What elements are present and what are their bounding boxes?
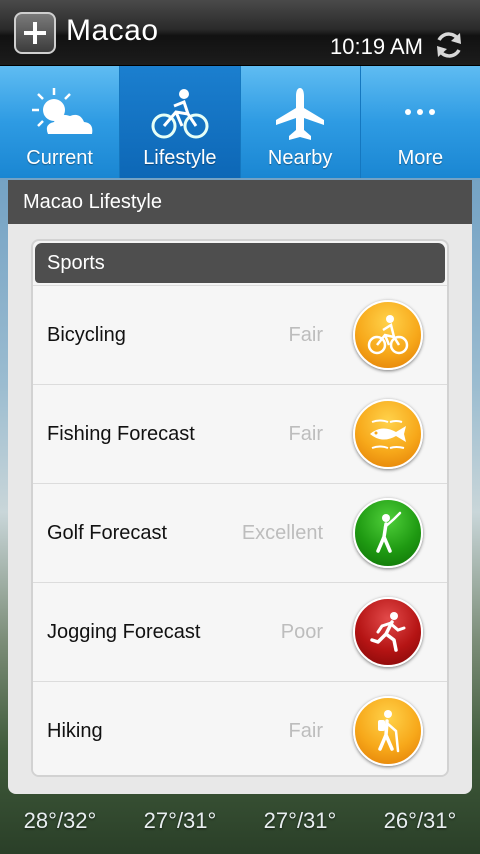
rating-badge — [353, 696, 423, 766]
item-rating: Poor — [280, 621, 323, 643]
airplane-icon — [276, 88, 325, 140]
list-item-hiking[interactable]: Hiking Fair — [33, 681, 447, 775]
golfer-icon — [376, 511, 402, 553]
list-item-golf[interactable]: Golf Forecast Excellent — [33, 483, 447, 582]
item-rating: Fair — [288, 720, 323, 742]
tab-current[interactable]: Current — [0, 66, 121, 178]
runner-icon — [370, 612, 406, 652]
forecast-temperature-strip: 28°/32° 27°/31° 27°/31° 26°/31° — [0, 808, 480, 848]
list-item-fishing[interactable]: Fishing Forecast Fair — [33, 384, 447, 483]
city-title: Macao — [66, 14, 159, 47]
cyclist-icon — [367, 315, 409, 355]
bicycle-icon — [151, 89, 209, 139]
item-name: Jogging Forecast — [47, 621, 201, 643]
tab-label: Lifestyle — [143, 147, 217, 169]
list-item-jogging[interactable]: Jogging Forecast Poor — [33, 582, 447, 681]
more-dots-icon — [405, 109, 436, 115]
item-name: Hiking — [47, 720, 103, 742]
item-name: Fishing Forecast — [47, 423, 195, 445]
lifestyle-panel: Macao Lifestyle Sports Bicycling Fair Fi… — [8, 180, 472, 794]
tab-lifestyle[interactable]: Lifestyle — [120, 66, 241, 178]
tab-label: More — [397, 147, 444, 169]
forecast-temp: 27°/31° — [143, 808, 217, 833]
sun-cloud-icon — [31, 88, 92, 134]
add-city-button[interactable] — [14, 12, 56, 54]
forecast-temp: 28°/32° — [23, 808, 97, 833]
item-name: Golf Forecast — [47, 522, 168, 544]
rating-badge — [353, 399, 423, 469]
fish-icon — [370, 419, 406, 449]
tab-nearby[interactable]: Nearby — [240, 66, 361, 178]
tab-more[interactable]: More — [360, 66, 480, 178]
panel-title: Macao Lifestyle — [8, 180, 472, 224]
rating-badge — [353, 498, 423, 568]
section-header: Sports — [35, 243, 445, 283]
tab-label: Current — [26, 147, 93, 169]
plus-icon — [24, 22, 46, 44]
item-name: Bicycling — [47, 324, 126, 346]
item-rating: Excellent — [241, 522, 323, 544]
sports-card: Sports Bicycling Fair Fishing Forecast F… — [31, 239, 449, 777]
refresh-icon[interactable] — [433, 29, 465, 61]
tab-bar: Current Lifestyle Nearby More — [0, 66, 480, 178]
list-item-bicycling[interactable]: Bicycling Fair — [33, 285, 447, 384]
hiker-icon — [378, 710, 400, 753]
current-time: 10:19 AM — [330, 34, 423, 59]
rating-badge — [353, 300, 423, 370]
app-header: Macao 10:19 AM — [0, 0, 480, 66]
item-rating: Fair — [288, 423, 323, 445]
forecast-temp: 26°/31° — [383, 808, 457, 833]
forecast-temp: 27°/31° — [263, 808, 337, 833]
tab-label: Nearby — [267, 147, 333, 169]
item-rating: Fair — [288, 324, 323, 346]
rating-badge — [353, 597, 423, 667]
